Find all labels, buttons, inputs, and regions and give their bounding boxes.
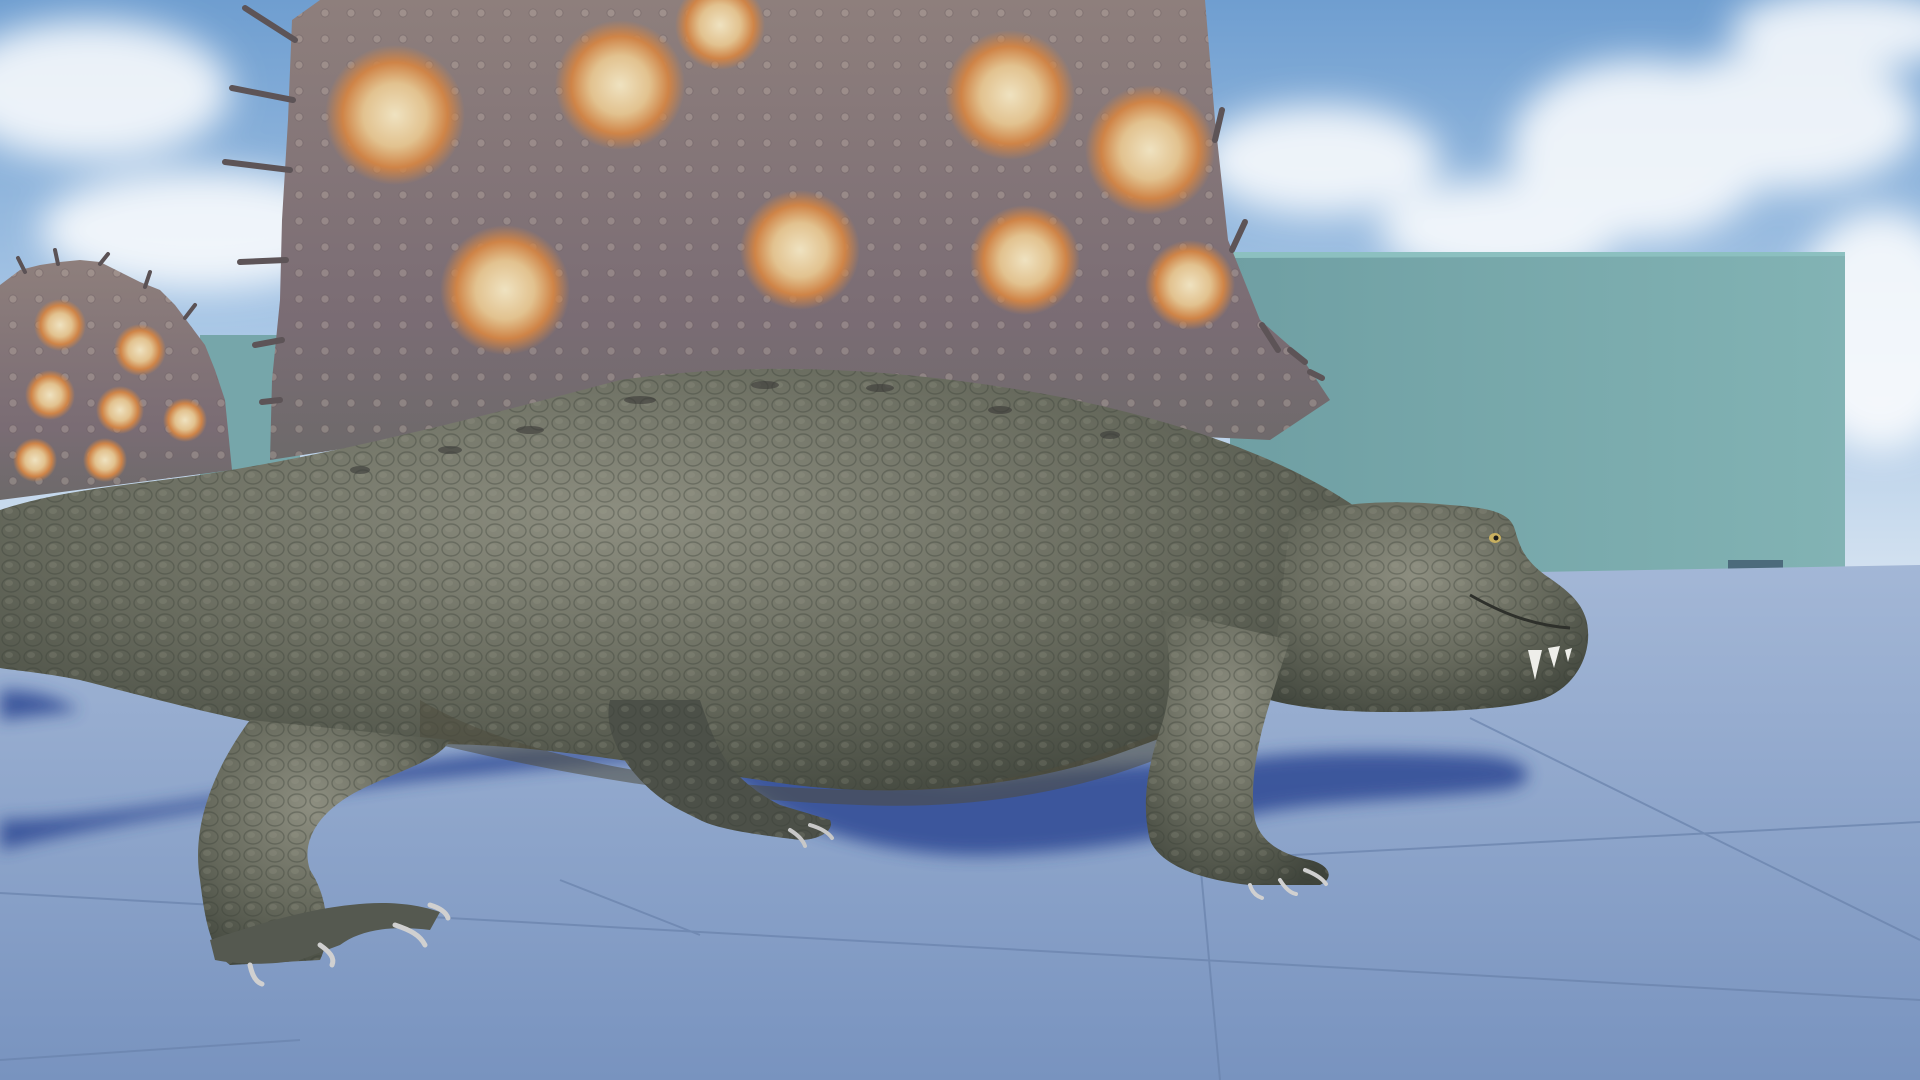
game-scene [0, 0, 1920, 1080]
game-viewport[interactable] [0, 0, 1920, 1080]
